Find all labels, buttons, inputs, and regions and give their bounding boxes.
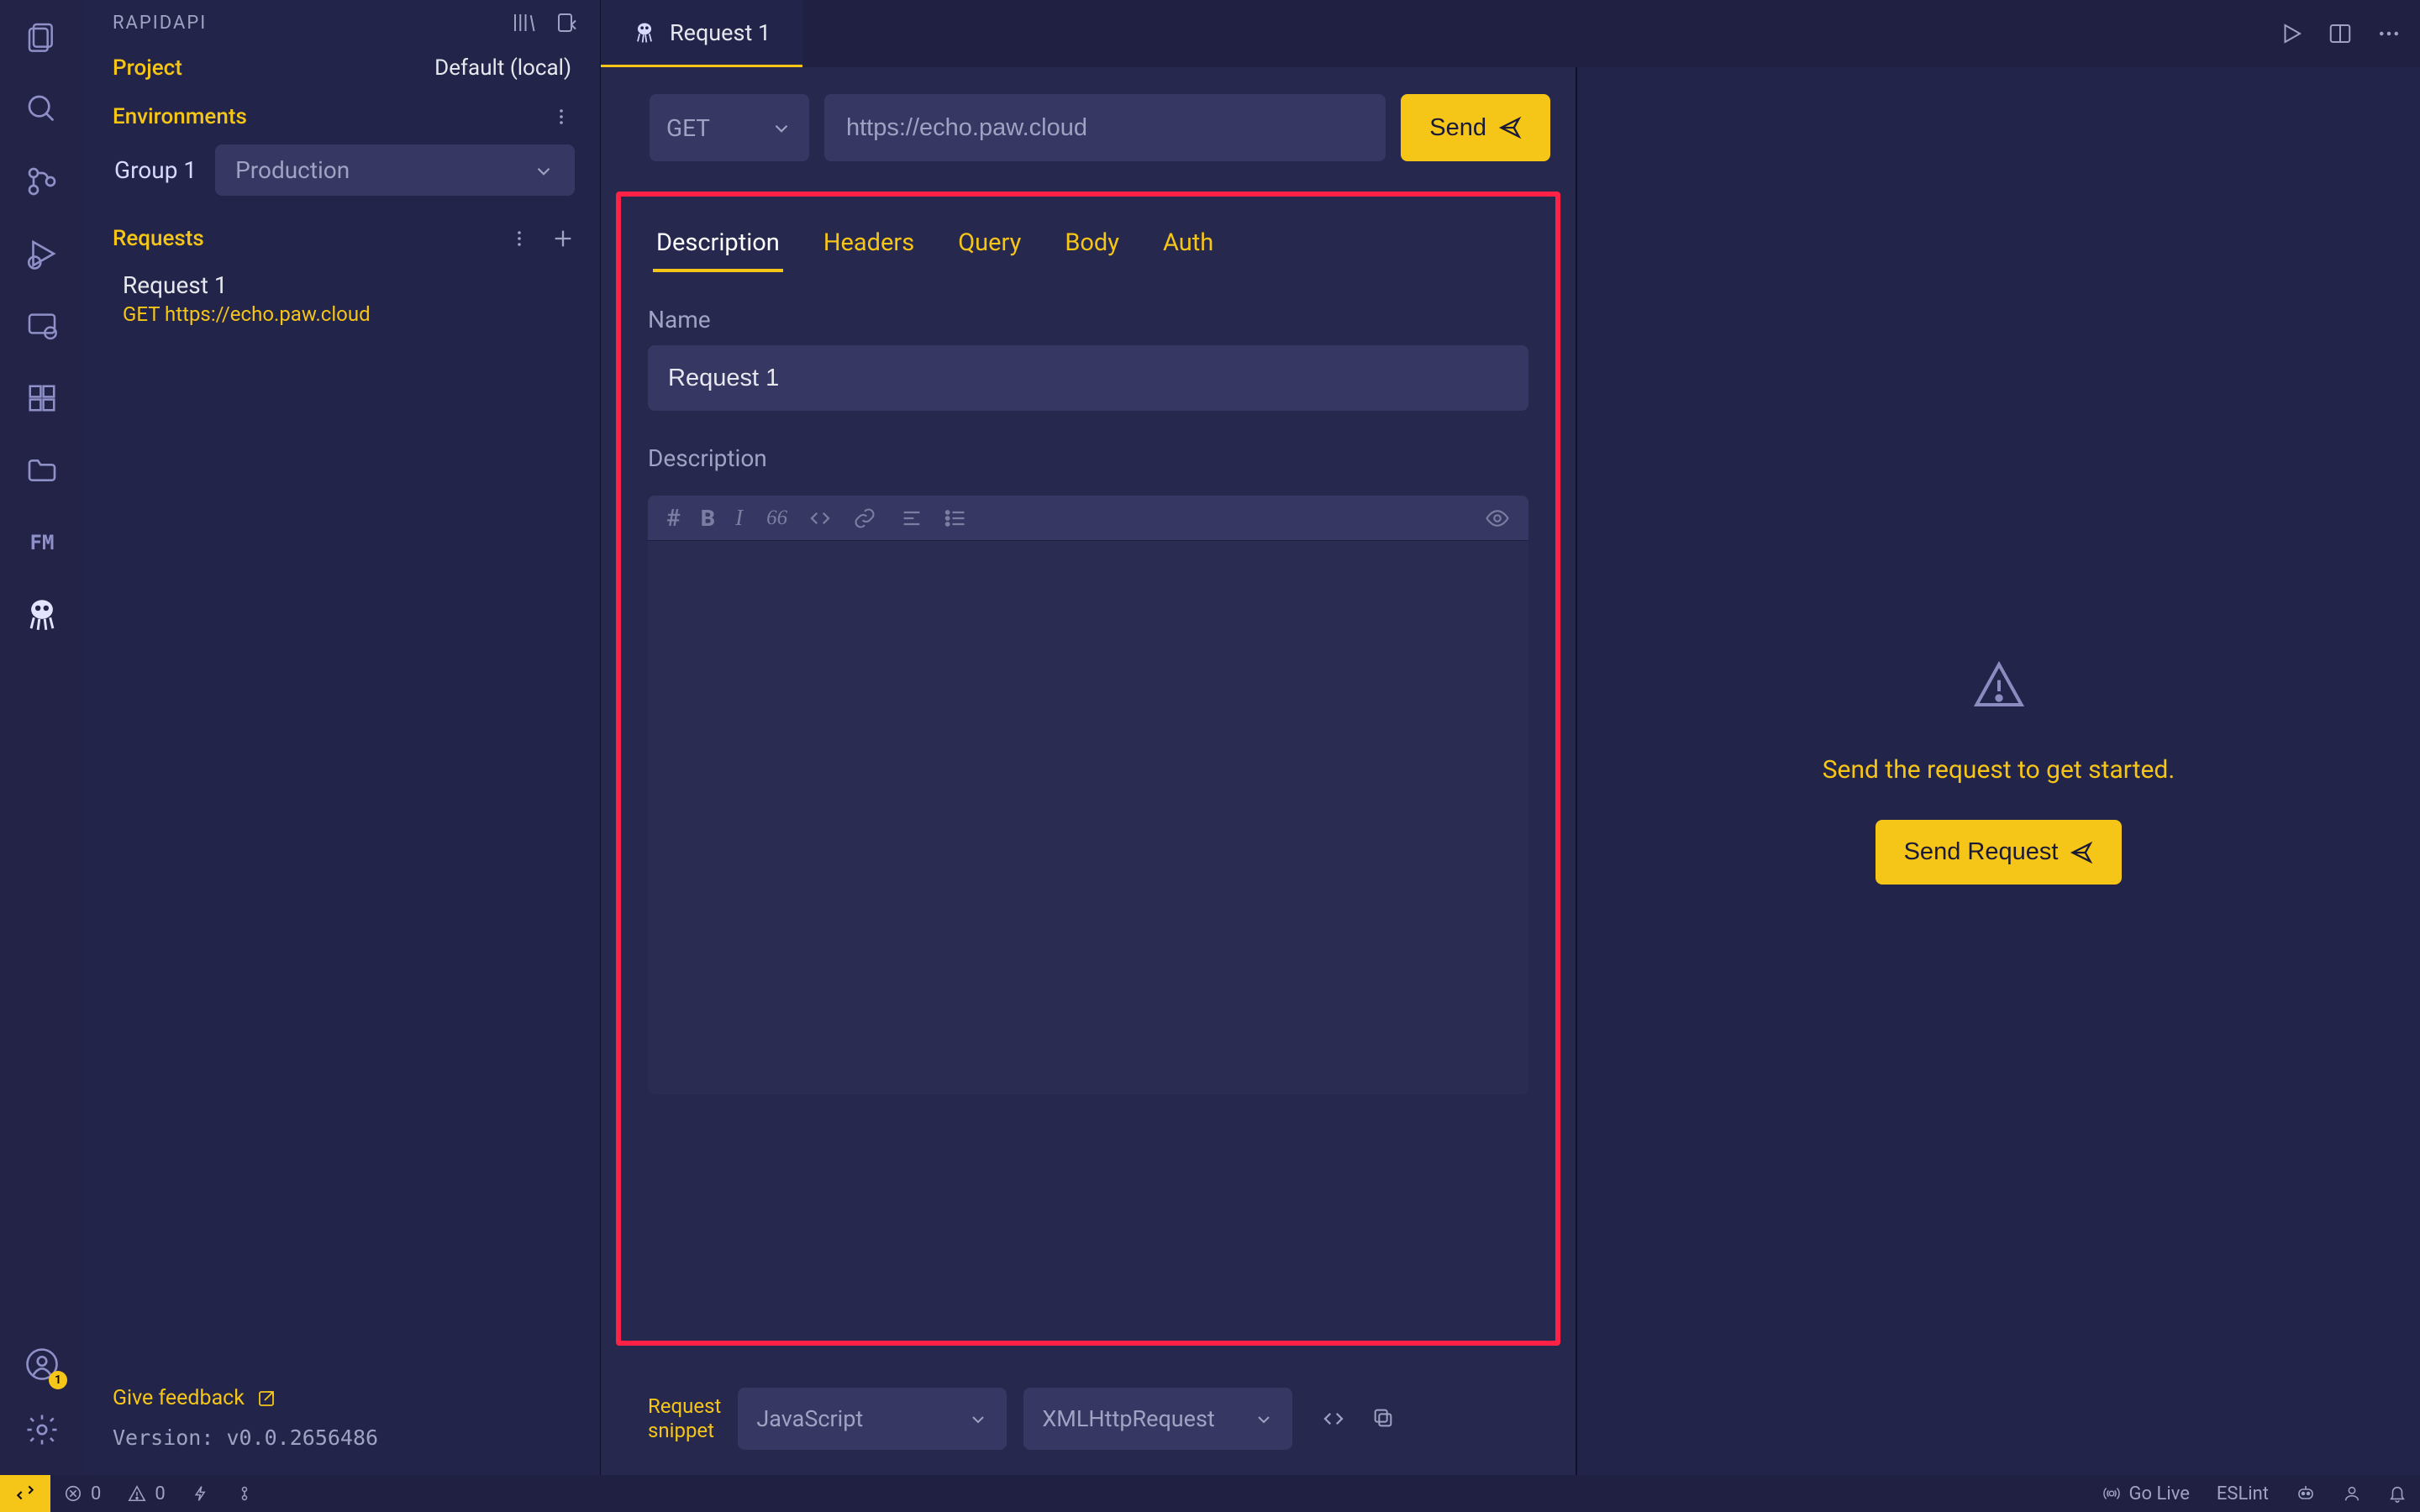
snippet-copy-icon[interactable] [1371,1406,1395,1431]
snippet-language-select[interactable]: JavaScript [738,1388,1007,1450]
highlighted-area: Description Headers Query Body Auth Name… [616,192,1560,1346]
subtab-description[interactable]: Description [653,217,783,272]
request-subtabs: Description Headers Query Body Auth [648,217,1528,272]
name-input[interactable] [648,345,1528,411]
add-request-icon[interactable] [551,227,575,250]
italic-icon[interactable]: I [735,505,743,531]
main-panel: Request 1 GET Send [601,0,2420,1475]
description-toolbar: # B I 66 [648,496,1528,540]
response-panel: Send the request to get started. Send Re… [1577,67,2420,1475]
project-value[interactable]: Default (local) [434,55,571,81]
sidebar-title: RAPIDAPI [113,13,207,34]
request-list-item[interactable]: Request 1 GET https://echo.paw.cloud [84,260,600,338]
explorer-icon[interactable] [20,15,64,59]
env-more-icon[interactable] [551,107,571,127]
project-label: Project [113,55,182,81]
bold-icon[interactable]: B [701,505,715,532]
send-button[interactable]: Send [1401,94,1550,161]
preview-icon[interactable] [1485,506,1510,531]
align-icon[interactable] [900,507,923,530]
go-live-button[interactable]: Go Live [2089,1475,2203,1512]
name-label: Name [648,306,1528,333]
env-select-value: Production [235,156,350,184]
subtab-body[interactable]: Body [1061,217,1123,272]
live-share-icon[interactable] [2329,1475,2375,1512]
snippet-code-icon[interactable] [1321,1406,1346,1431]
quote-icon[interactable]: 66 [766,507,787,530]
split-editor-icon[interactable] [2328,21,2353,46]
library-icon[interactable] [511,10,536,35]
copilot-icon[interactable] [2282,1475,2329,1512]
warning-icon [1972,658,2026,711]
subtab-auth[interactable]: Auth [1160,217,1217,272]
subtab-headers[interactable]: Headers [820,217,918,272]
snippet-language-value: JavaScript [756,1405,863,1432]
import-icon[interactable] [555,10,580,35]
source-control-icon[interactable] [20,160,64,203]
request-editor: GET Send Description Headers Query Body [601,67,1577,1475]
remote-explorer-icon[interactable] [20,304,64,348]
remote-indicator[interactable] [0,1475,50,1512]
feedback-label: Give feedback [113,1386,245,1410]
tab-title: Request 1 [670,19,771,46]
snippet-label: Request snippet [648,1394,721,1443]
search-icon[interactable] [20,87,64,131]
send-request-label: Send Request [1904,838,2059,866]
give-feedback-link[interactable]: Give feedback [113,1386,571,1410]
link-icon[interactable] [853,507,876,530]
status-bar: 0 0 Go Live ESLint [0,1475,2420,1512]
subtab-query[interactable]: Query [955,217,1024,272]
settings-icon[interactable] [20,1408,64,1452]
problems-errors[interactable]: 0 [50,1475,114,1512]
activity-bar: FM 1 [0,0,84,1475]
status-ports-icon[interactable] [179,1475,223,1512]
extensions-icon[interactable] [20,376,64,420]
account-icon[interactable]: 1 [20,1342,64,1386]
rapidapi-icon[interactable] [20,593,64,637]
http-method-value: GET [666,114,710,142]
version-label: Version: v0.0.2656486 [113,1425,571,1450]
more-icon[interactable] [2376,21,2402,46]
env-group-label[interactable]: Group 1 [109,156,202,184]
account-badge: 1 [49,1371,67,1389]
snippet-library-select[interactable]: XMLHttpRequest [1023,1388,1292,1450]
fm-icon[interactable]: FM [20,521,64,564]
requests-label: Requests [113,226,204,251]
description-editor[interactable] [648,540,1528,1095]
snippet-library-value: XMLHttpRequest [1042,1405,1214,1432]
problems-warnings[interactable]: 0 [114,1475,178,1512]
response-message: Send the request to get started. [1823,755,2175,785]
editor-tab-request1[interactable]: Request 1 [601,0,802,67]
request-item-title: Request 1 [123,271,571,299]
debug-icon[interactable] [20,232,64,276]
sidebar: RAPIDAPI Project Default (local) Environ… [84,0,601,1475]
requests-more-icon[interactable] [509,228,529,249]
run-icon[interactable] [2279,21,2304,46]
http-method-select[interactable]: GET [650,94,809,161]
environment-select[interactable]: Production [215,144,575,196]
notifications-icon[interactable] [2375,1475,2420,1512]
eslint-status[interactable]: ESLint [2203,1475,2282,1512]
heading-icon[interactable]: # [666,504,681,532]
code-icon[interactable] [808,506,833,531]
status-sync-icon[interactable] [223,1475,266,1512]
snippet-bar: Request snippet JavaScript XMLHttpReques… [601,1366,1576,1475]
folder-icon[interactable] [20,449,64,492]
request-item-subtitle: GET https://echo.paw.cloud [123,302,571,326]
send-request-button[interactable]: Send Request [1876,820,2123,885]
environments-label: Environments [113,104,247,129]
url-input[interactable] [824,94,1386,161]
list-icon[interactable] [944,507,967,530]
editor-tab-bar: Request 1 [601,0,2420,67]
description-label: Description [648,444,1528,472]
send-button-label: Send [1429,114,1486,142]
